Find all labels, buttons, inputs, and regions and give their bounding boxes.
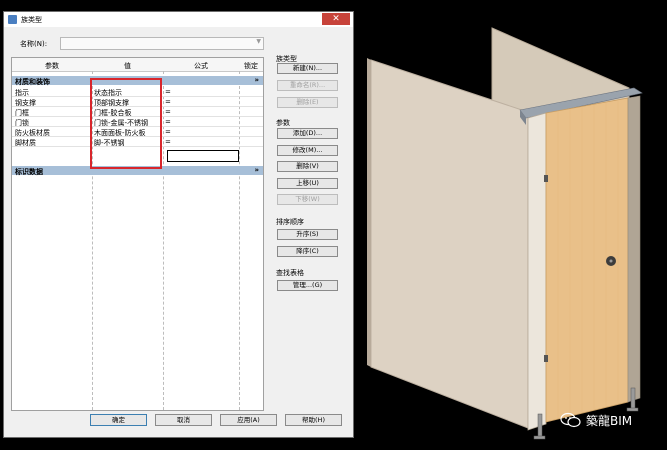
- help-button[interactable]: 帮助(H): [285, 414, 342, 426]
- move-down-button[interactable]: 下移(W): [277, 194, 338, 205]
- ok-button[interactable]: 确定: [90, 414, 147, 426]
- wechat-icon: [560, 412, 581, 428]
- remove-parameter-button[interactable]: 删除(V): [277, 161, 338, 172]
- close-button[interactable]: ✕: [322, 13, 350, 25]
- column-header-parameter[interactable]: 参数: [12, 61, 92, 71]
- highlight-box: [90, 78, 162, 169]
- column-header-lock[interactable]: 锁定: [239, 61, 263, 71]
- watermark-text: 築龍BIM: [586, 414, 633, 428]
- hinge-icon: [544, 355, 548, 362]
- param-formula[interactable]: =: [165, 128, 171, 136]
- sort-ascending-button[interactable]: 升序(S): [277, 229, 338, 240]
- move-up-button[interactable]: 上移(U): [277, 178, 338, 189]
- title-bar: 族类型 ✕: [4, 12, 353, 27]
- chevron-down-icon: ▼: [256, 38, 261, 45]
- front-pilaster: [527, 112, 547, 431]
- manage-lookup-button[interactable]: 管理...(G): [277, 280, 338, 291]
- left-panel-edge: [367, 58, 371, 367]
- column-header-value[interactable]: 值: [92, 61, 163, 71]
- delete-type-button[interactable]: 删除(E): [277, 97, 338, 108]
- right-pilaster: [627, 95, 641, 403]
- left-side-panel: [370, 59, 529, 429]
- param-formula[interactable]: =: [165, 108, 171, 116]
- group-title: 材质和装饰: [15, 78, 50, 86]
- expand-icon[interactable]: »: [254, 166, 259, 174]
- param-formula[interactable]: =: [165, 88, 171, 96]
- parameters-section-title: 参数: [276, 119, 290, 127]
- revit-app-icon: [8, 15, 17, 24]
- column-header-formula[interactable]: 公式: [163, 61, 239, 71]
- param-formula[interactable]: =: [165, 118, 171, 126]
- rename-type-button[interactable]: 重命名(R)...: [277, 80, 338, 91]
- name-combobox[interactable]: ▼: [60, 37, 264, 50]
- dialog-title: 族类型: [21, 16, 42, 24]
- name-label: 名称(N):: [20, 40, 48, 48]
- lookup-tables-section-title: 查找表格: [276, 269, 304, 277]
- param-formula[interactable]: =: [165, 98, 171, 106]
- apply-button[interactable]: 应用(A): [220, 414, 277, 426]
- param-name: 脚材质: [15, 139, 36, 147]
- toilet-cubicle-3d-view: [367, 27, 643, 440]
- formula-edit-field[interactable]: [167, 150, 239, 162]
- sort-descending-button[interactable]: 降序(C): [277, 246, 338, 257]
- add-parameter-button[interactable]: 添加(D)...: [277, 128, 338, 139]
- sort-order-section-title: 排序顺序: [276, 218, 304, 226]
- table-header: 参数 值 公式 锁定: [12, 58, 263, 72]
- new-type-button[interactable]: 新建(N)...: [277, 63, 338, 74]
- hinge-icon: [544, 175, 548, 182]
- cancel-button[interactable]: 取消: [155, 414, 212, 426]
- group-title: 标识数据: [15, 168, 43, 176]
- collapse-icon[interactable]: »: [254, 76, 259, 84]
- modify-parameter-button[interactable]: 修改(M)...: [277, 145, 338, 156]
- param-formula[interactable]: =: [165, 138, 171, 146]
